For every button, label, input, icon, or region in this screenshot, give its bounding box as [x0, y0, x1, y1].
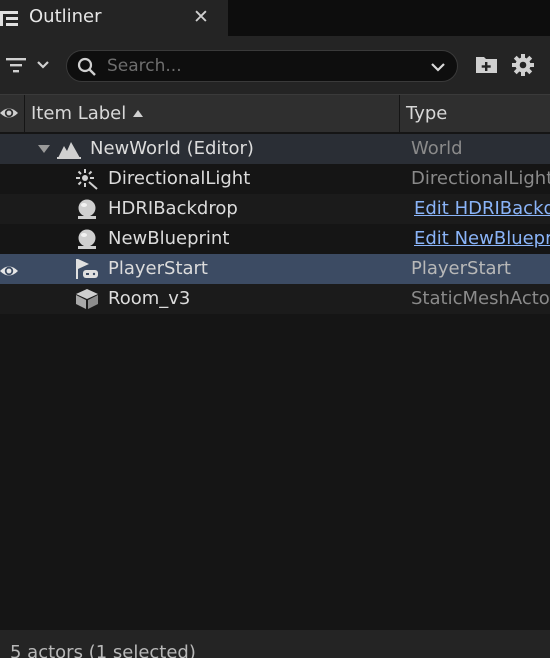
- tree-row-playerstart[interactable]: PlayerStart PlayerStart: [0, 254, 550, 284]
- eye-icon: [0, 108, 18, 118]
- item-label-column-header[interactable]: Item Label: [26, 95, 400, 132]
- eye-icon[interactable]: [0, 263, 18, 279]
- blueprint-sphere-icon: [78, 229, 96, 249]
- close-icon[interactable]: ✕: [192, 6, 210, 28]
- outliner-window: Outliner ✕ Search... Item Label Type New…: [0, 0, 550, 658]
- filter-icon: [6, 58, 49, 73]
- row-type: World: [411, 138, 463, 159]
- row-label: NewWorld (Editor): [90, 138, 254, 159]
- row-label: NewBlueprint: [108, 228, 230, 249]
- edit-blueprint-link[interactable]: Edit NewBlueprint: [414, 228, 550, 249]
- type-column-header[interactable]: Type: [401, 95, 550, 132]
- static-mesh-icon: [76, 289, 98, 309]
- tree-row-directionallight[interactable]: DirectionalLight DirectionalLight: [0, 164, 550, 194]
- chevron-down-icon[interactable]: [429, 60, 447, 74]
- search-icon: [77, 57, 96, 76]
- add-folder-icon: [476, 57, 497, 73]
- add-folder-button[interactable]: [475, 53, 499, 77]
- tab-bar: Outliner ✕: [0, 0, 550, 36]
- row-label: Room_v3: [108, 288, 191, 309]
- search-box[interactable]: [66, 50, 458, 82]
- outliner-icon: [0, 11, 18, 26]
- tab-outliner[interactable]: Outliner ✕: [0, 0, 228, 36]
- tree-row-newworld[interactable]: NewWorld (Editor) World: [0, 134, 550, 164]
- visibility-column-header[interactable]: [0, 95, 25, 132]
- player-start-icon: [76, 259, 98, 279]
- sort-ascending-icon: [133, 110, 143, 117]
- blueprint-sphere-icon: [78, 199, 96, 219]
- tab-title: Outliner: [29, 6, 102, 27]
- search-input[interactable]: [107, 53, 417, 79]
- status-bar: 5 actors (1 selected): [0, 630, 550, 658]
- column-header: Item Label Type: [0, 94, 550, 132]
- row-label: DirectionalLight: [108, 168, 251, 189]
- gear-icon: [512, 54, 534, 76]
- item-label-header-text: Item Label: [31, 103, 127, 124]
- settings-button[interactable]: [511, 53, 535, 77]
- row-type: PlayerStart: [411, 258, 511, 279]
- edit-blueprint-link[interactable]: Edit HDRIBackdrop: [414, 198, 550, 219]
- expand-arrow-icon[interactable]: [38, 145, 50, 153]
- actor-count-status: 5 actors (1 selected): [10, 642, 196, 658]
- world-icon: [57, 142, 81, 159]
- row-label: PlayerStart: [108, 258, 208, 279]
- row-type: StaticMeshActor: [411, 288, 550, 309]
- row-label: HDRIBackdrop: [108, 198, 238, 219]
- tree-row-room-v3[interactable]: Room_v3 StaticMeshActor: [0, 284, 550, 314]
- row-type: DirectionalLight: [411, 168, 550, 189]
- toolbar: [0, 36, 550, 94]
- tree-row-newblueprint[interactable]: NewBlueprint Edit NewBlueprint: [0, 224, 550, 254]
- type-header-text: Type: [406, 103, 448, 124]
- filter-button[interactable]: [4, 54, 54, 78]
- tree-row-hdribackdrop[interactable]: HDRIBackdrop Edit HDRIBackdrop: [0, 194, 550, 224]
- directional-light-icon: [76, 169, 98, 190]
